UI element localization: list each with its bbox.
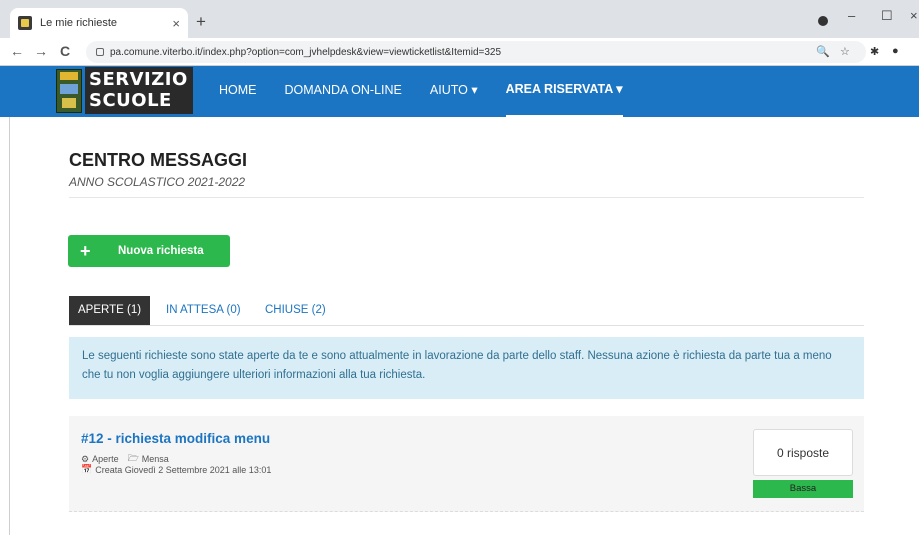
window-close-button[interactable]: × <box>910 8 918 23</box>
menu-item-home[interactable]: HOME <box>219 66 257 117</box>
ticket-row: #12 - richiesta modifica menu ⚙ Aperte 🗁… <box>69 416 864 512</box>
logo-line-1: SERVIZIO <box>89 69 188 90</box>
replies-count-box[interactable]: 0 risposte <box>753 429 853 476</box>
calendar-icon: 📅 <box>81 464 93 474</box>
profile-icon[interactable]: ● <box>892 45 899 57</box>
url-input[interactable]: pa.comune.viterbo.it/index.php?option=co… <box>86 41 866 63</box>
browser-tab-title: Le mie richieste <box>40 17 118 29</box>
site-header: SERVIZIO SCUOLE HOME DOMANDA ON-LINE AIU… <box>0 66 919 117</box>
info-alert: Le seguenti richieste sono state aperte … <box>69 337 864 399</box>
browser-tab-bar: Le mie richieste × + – ☐ × <box>0 0 919 38</box>
city-crest-icon[interactable] <box>56 69 82 113</box>
zoom-icon[interactable]: 🔍 <box>816 45 830 58</box>
logo-line-2: SCUOLE <box>89 90 172 111</box>
title-divider <box>69 197 864 198</box>
forward-button[interactable]: → <box>34 43 48 59</box>
lock-icon[interactable] <box>96 48 104 56</box>
page-subtitle: ANNO SCOLASTICO 2021-2022 <box>69 175 246 189</box>
browser-address-bar: ← → C pa.comune.viterbo.it/index.php?opt… <box>0 38 919 66</box>
minimize-button[interactable]: – <box>848 8 855 23</box>
menu-item-domanda-online[interactable]: DOMANDA ON-LINE <box>285 66 402 117</box>
bookmark-star-icon[interactable]: ☆ <box>840 45 850 58</box>
tab-close-icon[interactable]: × <box>172 16 180 31</box>
ticket-status-tabs: APERTE (1) IN ATTESA (0) CHIUSE (2) <box>69 296 864 326</box>
ticket-created-text: Creata Giovedì 2 Settembre 2021 alle 13:… <box>95 464 272 475</box>
priority-badge: Bassa <box>753 480 853 498</box>
main-menu: HOME DOMANDA ON-LINE AIUTO ▾ AREA RISERV… <box>219 66 651 117</box>
ticket-title-link[interactable]: #12 - richiesta modifica menu <box>81 431 270 446</box>
ticket-created: 📅 Creata Giovedì 2 Settembre 2021 alle 1… <box>81 464 271 475</box>
page-left-border <box>9 117 10 535</box>
ticket-status: Aperte <box>92 454 119 464</box>
tab-in-attesa[interactable]: IN ATTESA (0) <box>166 296 241 325</box>
new-tab-button[interactable]: + <box>196 12 206 32</box>
reload-button[interactable]: C <box>60 43 70 59</box>
info-alert-text: Le seguenti richieste sono state aperte … <box>82 350 832 381</box>
ticket-category: Mensa <box>141 454 169 464</box>
extensions-icon[interactable]: ✱ <box>870 45 879 58</box>
new-request-label: Nuova richiesta <box>118 245 204 257</box>
gears-icon: ⚙ <box>81 453 90 464</box>
site-favicon-icon <box>18 16 32 30</box>
plus-icon: + <box>80 240 91 261</box>
profile-indicator-icon[interactable] <box>818 16 828 26</box>
new-request-button[interactable]: + Nuova richiesta <box>68 235 230 267</box>
back-button[interactable]: ← <box>10 43 24 59</box>
tab-aperte[interactable]: APERTE (1) <box>69 296 151 325</box>
page-title: CENTRO MESSAGGI <box>69 150 248 170</box>
url-text: pa.comune.viterbo.it/index.php?option=co… <box>110 46 502 58</box>
maximize-button[interactable]: ☐ <box>881 8 893 24</box>
menu-item-aiuto[interactable]: AIUTO ▾ <box>430 66 478 117</box>
site-logo[interactable]: SERVIZIO SCUOLE <box>85 67 193 114</box>
menu-item-area-riservata[interactable]: AREA RISERVATA ▾ <box>505 66 623 117</box>
browser-tab[interactable]: Le mie richieste × <box>10 8 188 38</box>
tab-chiuse[interactable]: CHIUSE (2) <box>265 296 326 325</box>
